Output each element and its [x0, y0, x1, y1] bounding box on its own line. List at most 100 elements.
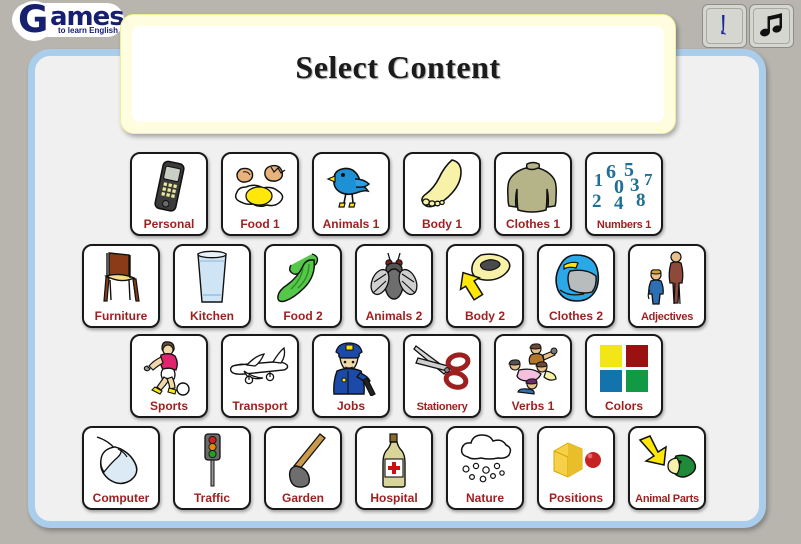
- sound-button[interactable]: [702, 4, 747, 48]
- color-swatch: [626, 345, 648, 367]
- title-panel: Select Content: [120, 14, 676, 134]
- content-button-label: Food 2: [283, 309, 323, 323]
- color-swatches-icon: [587, 339, 661, 397]
- chair-icon: [84, 249, 158, 307]
- content-row-2: Furniture Kitchen Food 2 Animals 2 Body …: [82, 244, 706, 328]
- content-row-4: Computer Traffic Garden Hospital Nature …: [82, 426, 706, 510]
- content-button-food-2[interactable]: Food 2: [264, 244, 342, 328]
- music-button-inner: [753, 8, 790, 44]
- content-button-label: Positions: [548, 491, 603, 505]
- cube-and-ball-icon: [539, 431, 613, 489]
- sweater-icon: [496, 157, 570, 215]
- tall-short-people-icon: [630, 249, 704, 307]
- content-button-label: Animals 2: [365, 309, 423, 323]
- content-button-label: Adjectives: [640, 311, 694, 323]
- content-button-numbers-1[interactable]: 1 6 5 7 0 3 2 4 8 Numbers 1: [585, 152, 663, 236]
- color-swatch: [600, 370, 622, 392]
- content-button-hospital[interactable]: Hospital: [355, 426, 433, 510]
- content-button-label: Food 1: [240, 217, 280, 231]
- content-button-food-1[interactable]: Food 1: [221, 152, 299, 236]
- computer-mouse-icon: [84, 431, 158, 489]
- music-button[interactable]: [749, 4, 794, 48]
- soccer-player-icon: [132, 339, 206, 397]
- medicine-bottle-icon: [357, 431, 431, 489]
- content-button-body-1[interactable]: Body 1: [403, 152, 481, 236]
- content-button-computer[interactable]: Computer: [82, 426, 160, 510]
- content-row-3: Sports Transport Jobs Stationery Verbs 1…: [130, 334, 663, 418]
- content-button-animals-1[interactable]: Animals 1: [312, 152, 390, 236]
- sound-wave-icon: [715, 12, 735, 40]
- numbers-icon: 1 6 5 7 0 3 2 4 8: [587, 157, 661, 215]
- content-button-label: Transport: [232, 399, 288, 413]
- blue-bird-icon: [314, 157, 388, 215]
- content-button-label: Personal: [143, 217, 195, 231]
- content-button-label: Sports: [149, 399, 188, 413]
- content-button-label: Furniture: [94, 309, 148, 323]
- spade-icon: [266, 431, 340, 489]
- numbers-digit: 1: [594, 170, 603, 190]
- content-button-label: Verbs 1: [511, 399, 555, 413]
- numbers-digit: 4: [614, 193, 624, 213]
- content-button-label: Computer: [92, 491, 150, 505]
- content-button-clothes-2[interactable]: Clothes 2: [537, 244, 615, 328]
- arrow-parrot-beak-icon: [630, 431, 704, 489]
- logo-tagline: to learn English: [58, 26, 119, 35]
- policeman-icon: [314, 339, 388, 397]
- celery-icon: [266, 249, 340, 307]
- content-button-clothes-1[interactable]: Clothes 1: [494, 152, 572, 236]
- content-button-label: Stationery: [416, 401, 468, 413]
- content-button-kitchen[interactable]: Kitchen: [173, 244, 251, 328]
- content-button-label: Traffic: [193, 491, 230, 505]
- content-button-label: Animal Parts: [635, 493, 699, 505]
- logo-letter-g: G: [18, 0, 49, 41]
- music-note-icon: [757, 11, 787, 41]
- content-button-nature[interactable]: Nature: [446, 426, 524, 510]
- traffic-light-icon: [175, 431, 249, 489]
- fried-egg-icon: [223, 157, 297, 215]
- content-button-personal[interactable]: Personal: [130, 152, 208, 236]
- mouth-moustache-icon: [448, 249, 522, 307]
- content-button-animal-parts[interactable]: Animal Parts: [628, 426, 706, 510]
- content-button-furniture[interactable]: Furniture: [82, 244, 160, 328]
- fly-icon: [357, 249, 431, 307]
- content-button-label: Clothes 1: [505, 217, 560, 231]
- content-button-body-2[interactable]: Body 2: [446, 244, 524, 328]
- scissors-icon: [405, 339, 479, 397]
- color-swatch: [600, 345, 622, 367]
- content-button-label: Nature: [465, 491, 504, 505]
- foot-icon: [405, 157, 479, 215]
- content-button-sports[interactable]: Sports: [130, 334, 208, 418]
- content-button-label: Garden: [281, 491, 324, 505]
- content-button-stationery[interactable]: Stationery: [403, 334, 481, 418]
- content-button-verbs-1[interactable]: Verbs 1: [494, 334, 572, 418]
- content-button-label: Animals 1: [322, 217, 380, 231]
- games-to-learn-english-logo: G ames to learn English: [12, 0, 125, 41]
- content-button-label: Body 2: [464, 309, 505, 323]
- color-swatch: [626, 370, 648, 392]
- rain-cloud-icon: [448, 431, 522, 489]
- content-button-label: Body 1: [421, 217, 462, 231]
- content-button-garden[interactable]: Garden: [264, 426, 342, 510]
- content-button-adjectives[interactable]: Adjectives: [628, 244, 706, 328]
- helmet-icon: [539, 249, 613, 307]
- page-title: Select Content: [295, 49, 501, 85]
- numbers-digit: 7: [644, 170, 653, 189]
- content-button-label: Hospital: [370, 491, 418, 505]
- sound-button-inner: [706, 8, 743, 44]
- content-button-label: Kitchen: [189, 309, 234, 323]
- content-row-1: Personal Food 1 Animals 1 Body 1 Clothes…: [130, 152, 663, 236]
- people-actions-icon: [496, 339, 570, 397]
- content-button-animals-2[interactable]: Animals 2: [355, 244, 433, 328]
- content-button-traffic[interactable]: Traffic: [173, 426, 251, 510]
- content-button-label: Jobs: [336, 399, 365, 413]
- content-button-label: Numbers 1: [596, 219, 652, 231]
- content-button-transport[interactable]: Transport: [221, 334, 299, 418]
- mobile-phone-icon: [132, 157, 206, 215]
- glass-of-water-icon: [175, 249, 249, 307]
- airplane-icon: [223, 339, 297, 397]
- content-button-positions[interactable]: Positions: [537, 426, 615, 510]
- content-button-jobs[interactable]: Jobs: [312, 334, 390, 418]
- content-button-colors[interactable]: Colors: [585, 334, 663, 418]
- numbers-digit: 2: [592, 191, 602, 212]
- numbers-digit: 8: [636, 190, 646, 211]
